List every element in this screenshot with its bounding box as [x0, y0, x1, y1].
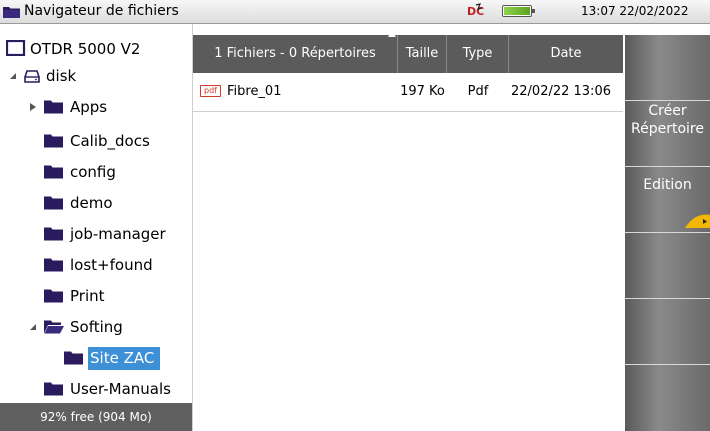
dc-power-icon: DC — [467, 3, 484, 18]
file-name-cell: pdf Fibre_01 — [200, 73, 281, 111]
tree-item-user-manuals[interactable]: User-Manuals — [44, 376, 171, 401]
table-row[interactable]: pdf Fibre_01 197 Ko Pdf 22/02/22 13:06 — [193, 73, 623, 112]
edition-button[interactable]: Edition — [625, 167, 710, 233]
submenu-arrow-icon — [685, 214, 710, 228]
clock: 13:07 22/02/2022 — [581, 4, 689, 18]
tree-label: Apps — [70, 98, 108, 116]
tree-item-disk[interactable]: disk — [8, 63, 76, 90]
tree-label: Site ZAC — [88, 347, 161, 370]
folder-open-icon — [44, 320, 64, 334]
soft-key-empty-2[interactable] — [625, 233, 710, 299]
expanded-arrow-icon[interactable] — [28, 322, 38, 332]
create-directory-button[interactable]: Créer Répertoire — [625, 101, 710, 167]
soft-key-empty-3[interactable] — [625, 299, 710, 365]
tree-label: Softing — [70, 318, 123, 336]
tree-label: Print — [70, 287, 105, 305]
disk-icon — [24, 70, 40, 83]
folder-icon — [3, 7, 20, 18]
column-header-date[interactable]: Date — [509, 35, 623, 73]
window-title: Navigateur de fichiers — [24, 3, 179, 19]
title-bar: Navigateur de fichiers DC 13:07 22/02/20… — [0, 0, 710, 24]
tree-item-device[interactable]: OTDR 5000 V2 — [5, 36, 141, 63]
collapsed-arrow-icon[interactable] — [28, 102, 38, 112]
tree-label: lost+found — [70, 256, 153, 274]
tree-item-print[interactable]: Print — [44, 283, 105, 310]
expanded-arrow-icon[interactable] — [8, 71, 18, 81]
column-header-size[interactable]: Taille — [398, 35, 447, 73]
column-header-type[interactable]: Type — [447, 35, 509, 73]
tree-item-apps[interactable]: Apps — [28, 94, 107, 121]
tree-item-demo[interactable]: demo — [44, 190, 113, 217]
folder-icon — [64, 351, 83, 365]
tree-label: demo — [70, 194, 113, 212]
folder-icon — [44, 258, 63, 272]
file-date: 22/02/22 13:06 — [511, 84, 611, 99]
free-space-status: 92% free (904 Mo) — [0, 403, 192, 431]
tree-item-site-zac[interactable]: Site ZAC — [64, 345, 161, 372]
tree-label: config — [70, 163, 116, 181]
battery-icon — [502, 5, 535, 17]
device-icon — [5, 39, 26, 57]
tree-label: User-Manuals — [70, 380, 171, 398]
folder-icon — [44, 134, 63, 148]
tree-item-softing[interactable]: Softing — [28, 314, 123, 341]
sort-ascending-icon — [388, 31, 396, 37]
pdf-icon: pdf — [200, 85, 221, 97]
side-menu: Créer Répertoire Edition — [625, 35, 710, 431]
column-header-name[interactable]: 1 Fichiers - 0 Répertoires — [193, 31, 398, 73]
tree-label: Calib_docs — [70, 132, 150, 150]
folder-icon — [44, 100, 63, 114]
tree-item-job-manager[interactable]: job-manager — [44, 221, 166, 248]
folder-icon — [44, 196, 63, 210]
table-header: 1 Fichiers - 0 Répertoires Taille Type D… — [193, 31, 623, 73]
folder-icon — [44, 382, 63, 396]
folder-icon — [44, 165, 63, 179]
folder-tree: OTDR 5000 V2 disk Apps Calib_docs config… — [0, 36, 192, 401]
folder-icon — [44, 289, 63, 303]
folder-icon — [44, 227, 63, 241]
tree-label: job-manager — [70, 225, 166, 243]
tree-item-lost-found[interactable]: lost+found — [44, 252, 153, 279]
tree-item-calib-docs[interactable]: Calib_docs — [44, 128, 150, 155]
file-type: Pdf — [467, 84, 489, 99]
svg-text:DC: DC — [467, 5, 484, 18]
soft-key-empty-1[interactable] — [625, 35, 710, 101]
file-size: 197 Ko — [400, 84, 445, 99]
tree-label: OTDR 5000 V2 — [30, 40, 141, 58]
tree-item-config[interactable]: config — [44, 159, 116, 186]
soft-key-empty-4[interactable] — [625, 365, 710, 431]
file-name: Fibre_01 — [226, 84, 282, 99]
tree-label: disk — [46, 67, 77, 85]
